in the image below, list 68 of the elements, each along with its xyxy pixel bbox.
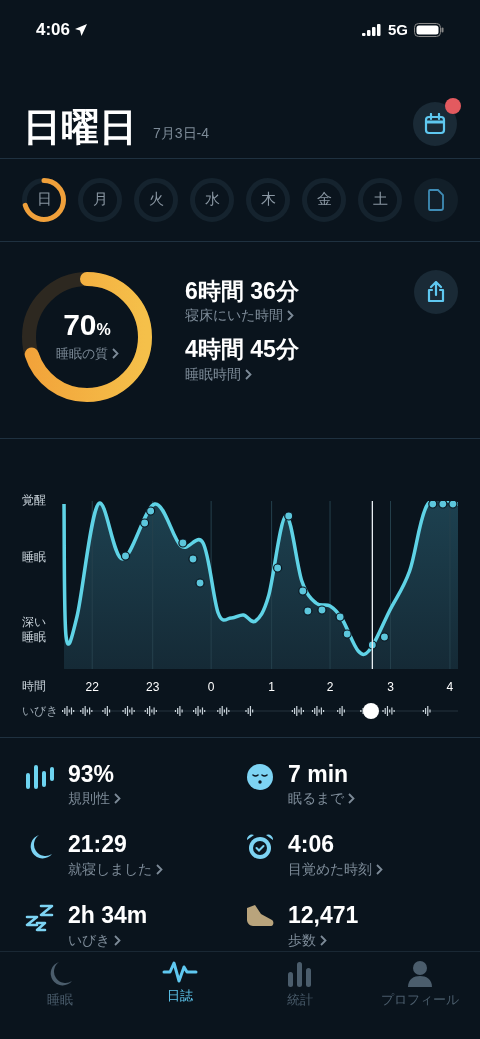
share-button[interactable] — [414, 269, 458, 314]
date-range: 7月3日-4 — [153, 123, 210, 143]
document-icon — [428, 188, 444, 211]
day-button[interactable]: 火 — [134, 177, 178, 222]
hour-label: 23 — [146, 678, 160, 696]
wave-icon — [162, 959, 198, 984]
metric-value: 93% — [68, 759, 116, 789]
chevron-icon — [156, 864, 163, 875]
report-button[interactable] — [414, 177, 458, 222]
network-label: 5G — [388, 19, 408, 40]
hour-label: 2 — [326, 678, 334, 696]
playhead-handle[interactable] — [362, 702, 379, 719]
day-button[interactable]: 月 — [78, 177, 122, 222]
snore-label: いびき — [22, 704, 59, 717]
metric-link[interactable]: 規則性 — [68, 788, 121, 810]
chevron-icon — [111, 348, 119, 359]
day-button[interactable]: 水 — [190, 177, 234, 222]
metric-link[interactable]: 就寝しました — [68, 859, 163, 880]
hour-label: 1 — [268, 678, 275, 696]
day-title: 日曜日 — [23, 107, 137, 146]
stage-label: 睡眠 — [22, 549, 47, 565]
stage-label: 覚醒 — [22, 492, 47, 508]
chevron-icon — [320, 934, 327, 946]
quality-link[interactable]: 睡眠の質 — [55, 343, 119, 364]
duration-link[interactable]: 睡眠時間 — [185, 364, 414, 385]
day-button[interactable]: 土 — [358, 177, 402, 222]
person-icon — [407, 959, 433, 988]
status-time: 4:06 — [36, 19, 71, 41]
chevron-icon — [245, 369, 252, 380]
day-button[interactable]: 日 — [22, 177, 66, 222]
metric-link[interactable]: いびき — [68, 929, 148, 951]
metric-link[interactable]: 眠るまで — [288, 788, 355, 810]
metric-value: 21:29 — [68, 830, 128, 859]
metric-link[interactable]: 歩数 — [288, 929, 359, 951]
stage-label: 深い睡眠 — [22, 614, 47, 645]
hour-label: 3 — [387, 678, 394, 696]
chevron-icon — [348, 793, 355, 805]
hour-label: 4 — [446, 678, 454, 696]
metric-value: 7 min — [288, 759, 350, 789]
tab-button[interactable]: 日誌 — [120, 959, 240, 1010]
alarm-clock-icon — [246, 833, 274, 862]
chevron-icon — [376, 864, 383, 875]
metric-value: 2h 34m — [68, 901, 148, 930]
time-axis-label: 時間 — [22, 677, 47, 695]
chevron-icon — [287, 310, 294, 322]
metric-link[interactable]: 目覚めた時刻 — [288, 859, 383, 880]
quality-value: 70% — [63, 309, 111, 340]
battery-icon — [414, 22, 444, 37]
metric-value: 12,471 — [288, 901, 359, 930]
share-icon — [426, 280, 446, 303]
zzz-icon — [25, 904, 55, 932]
day-button[interactable]: 木 — [246, 177, 290, 222]
duration-value: 6時間 36分 — [185, 276, 300, 306]
calendar-icon — [424, 112, 446, 135]
chevron-icon — [114, 793, 121, 805]
chevron-icon — [114, 934, 121, 946]
day-button[interactable]: 金 — [302, 177, 346, 222]
signal-icon — [362, 23, 382, 36]
duration-value: 4時間 45分 — [185, 335, 300, 364]
location-arrow-icon — [74, 22, 89, 37]
sleeping-face-icon — [246, 762, 274, 791]
bar-chart-icon — [287, 959, 313, 988]
hour-label: 22 — [85, 678, 99, 696]
metric-value: 4:06 — [288, 830, 336, 859]
hour-label: 0 — [207, 678, 215, 696]
bars-icon — [24, 762, 56, 791]
duration-link[interactable]: 寝床にいた時間 — [185, 305, 414, 327]
shoe-icon — [245, 904, 275, 928]
